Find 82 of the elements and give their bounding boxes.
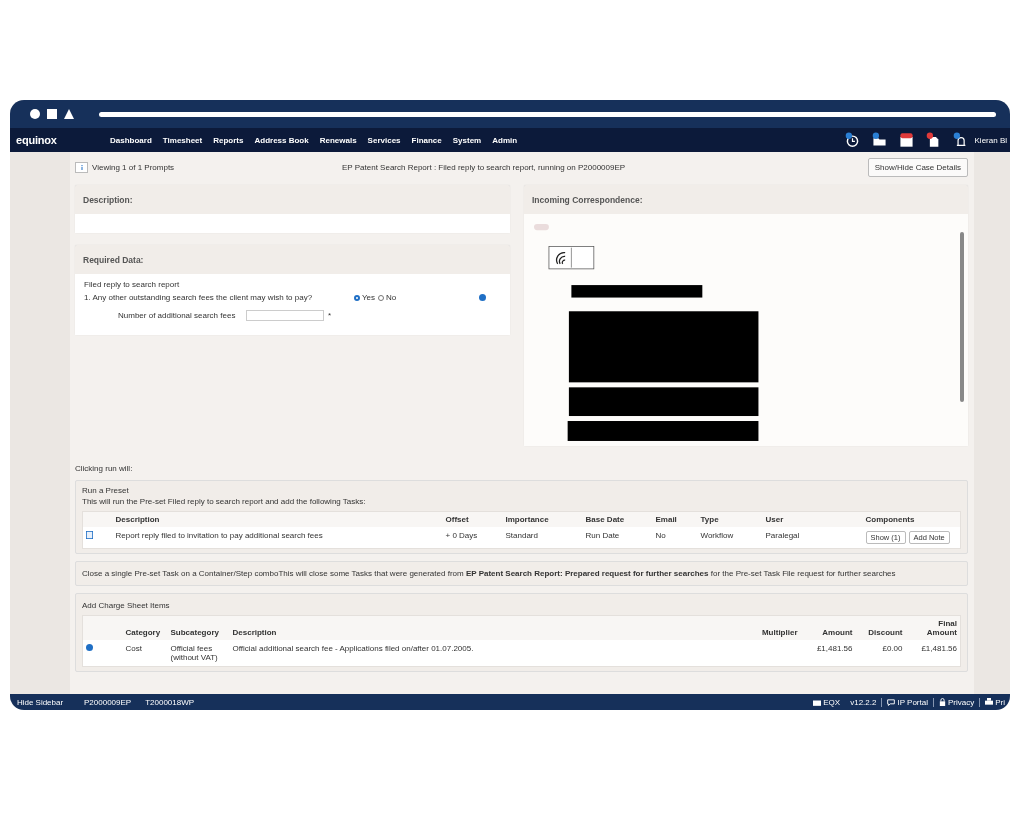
- column-header: Base Date: [582, 511, 653, 527]
- footer-link[interactable]: EQX: [808, 697, 846, 707]
- menu-item[interactable]: Dashboard: [110, 135, 152, 145]
- page-title: EP Patent Search Report : Filed reply to search report, running on P2000009EP: [342, 162, 627, 172]
- lock-icon: [939, 698, 946, 706]
- case-reference[interactable]: P2000009EP: [84, 697, 132, 707]
- field-label: Number of additional search fees: [118, 311, 237, 320]
- footer-link[interactable]: v12.2.2: [845, 697, 882, 707]
- menu-item[interactable]: Admin: [492, 135, 518, 145]
- table-cell: Official fees (without VAT): [167, 640, 230, 667]
- info-icon[interactable]: [479, 294, 487, 301]
- menu-item[interactable]: Services: [367, 135, 401, 145]
- case-reference[interactable]: T2000018WP: [145, 697, 195, 707]
- footer-link[interactable]: IP Portal: [881, 697, 933, 707]
- menu-item[interactable]: System: [452, 135, 482, 145]
- column-header: Type: [697, 511, 763, 527]
- triangle-icon: [64, 109, 74, 119]
- column-header: Components: [862, 511, 961, 527]
- required-mark: *: [328, 311, 332, 320]
- table-cell: Report reply filed to invitation to pay additional search fees: [112, 527, 443, 549]
- menu-item[interactable]: Reports: [213, 135, 244, 145]
- chat-icon: [887, 698, 896, 706]
- input-field[interactable]: [246, 310, 324, 321]
- menu-item[interactable]: Timesheet: [162, 135, 203, 145]
- close-task-text: Close a single Pre-set Task on a Container/Step comboThis will close some Tasks that were generated from EP Patent Search Report: Prepared request for further searches for the Pre-set Task File request for further searches: [82, 569, 897, 578]
- column-header: Description: [112, 511, 443, 527]
- tag-chip: [534, 224, 549, 231]
- panel-title: Required Data:: [83, 255, 144, 265]
- column-header: User: [762, 511, 863, 527]
- table-cell: Workflow: [697, 527, 763, 549]
- address-bar[interactable]: [99, 111, 996, 117]
- column-header: Offset: [442, 511, 503, 527]
- user-name[interactable]: Kieran Bl: [974, 135, 1010, 145]
- section-title: Add Charge Sheet Items: [82, 601, 171, 610]
- table-cell: £0.00: [855, 640, 906, 667]
- footer-link[interactable]: Pri: [979, 697, 1010, 707]
- radio-label: Yes: [362, 293, 376, 302]
- radio-label: No: [386, 293, 397, 302]
- table-cell: + 0 Days: [442, 527, 503, 549]
- column-header: Discount: [855, 615, 906, 640]
- column-header: Importance: [502, 511, 583, 527]
- column-header: Multiplier: [750, 615, 801, 640]
- hide-sidebar-link[interactable]: Hide Sidebar: [10, 697, 70, 707]
- briefcase-icon: [813, 698, 822, 706]
- calendar-icon[interactable]: [897, 132, 915, 148]
- table-cell: £1,481.56: [905, 640, 961, 667]
- table-cell: No: [652, 527, 698, 549]
- info-icon[interactable]: [86, 644, 93, 651]
- radio-button[interactable]: [354, 294, 360, 301]
- section-subtitle: Filed reply to search report: [84, 280, 181, 289]
- section-text: This will run the Pre-set Filed reply to search report and add the following Tasks:: [82, 497, 367, 506]
- folder-icon[interactable]: [870, 132, 888, 148]
- menu-item[interactable]: Finance: [411, 135, 442, 145]
- table-cell: Cost: [122, 640, 168, 667]
- table-cell: Paralegal: [762, 527, 863, 549]
- column-header: Amount: [800, 615, 856, 640]
- question-text: 1. Any other outstanding search fees the client may wish to pay?: [84, 293, 314, 302]
- column-header: Final Amount: [905, 615, 961, 640]
- logo[interactable]: equinox: [10, 134, 110, 146]
- table-cell: Run Date: [582, 527, 653, 549]
- menu-item[interactable]: Renewals: [319, 135, 357, 145]
- table-cell: Official additional search fee - Applications filed on/after 01.07.2005.: [229, 640, 751, 667]
- menu-item[interactable]: Address Book: [254, 135, 309, 145]
- footer-link[interactable]: Privacy: [933, 697, 980, 707]
- run-intro: Clicking run will:: [75, 464, 134, 473]
- circle-icon: [30, 109, 40, 119]
- logo-icon: [548, 246, 595, 270]
- table-cell: £1,481.56: [800, 640, 856, 667]
- column-header: Email: [652, 511, 698, 527]
- clock-icon[interactable]: [843, 132, 861, 148]
- prompt-counter: Viewing 1 of 1 Prompts: [92, 162, 176, 172]
- radio-button[interactable]: [378, 294, 385, 301]
- panel-title: Incoming Correspondence:: [532, 195, 643, 205]
- column-header: Subcategory: [167, 615, 230, 640]
- square-icon: [47, 109, 57, 119]
- section-title: Run a Preset: [82, 486, 130, 495]
- printer-icon: [985, 698, 994, 706]
- case-details-button[interactable]: Show/Hide Case Details: [867, 157, 968, 177]
- column-header: Category: [122, 615, 168, 640]
- column-header: Description: [229, 615, 751, 640]
- panel-title: Description:: [83, 195, 133, 205]
- table-cell: Standard: [502, 527, 583, 549]
